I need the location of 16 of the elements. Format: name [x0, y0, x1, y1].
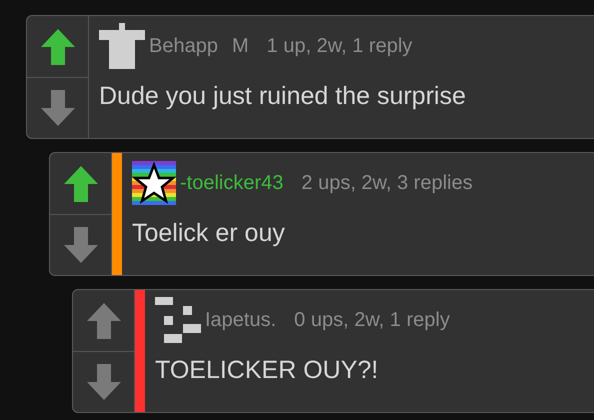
- username[interactable]: Behapp: [149, 31, 218, 61]
- comment-text: Toelick er ouy: [132, 218, 286, 249]
- down-arrow-icon: [40, 90, 74, 126]
- pixel-pattern-icon[interactable]: [155, 297, 201, 343]
- shirt-icon[interactable]: [99, 23, 145, 69]
- comment-text: TOELICKER OUY?!: [155, 355, 380, 386]
- username[interactable]: Iapetus.: [205, 305, 276, 335]
- comment-text: Dude you just ruined the surprise: [99, 81, 466, 112]
- comment-meta: 0 ups, 2w, 1 reply: [294, 308, 450, 333]
- down-arrow-icon: [64, 227, 98, 263]
- username[interactable]: -toelicker43: [180, 168, 284, 198]
- comment-meta: 1 up, 2w, 1 reply: [266, 34, 412, 59]
- star-flag-icon[interactable]: [132, 161, 176, 205]
- comment-meta: 2 ups, 2w, 3 replies: [301, 171, 473, 196]
- user-initial: M: [232, 34, 249, 59]
- down-arrow-icon: [86, 364, 120, 400]
